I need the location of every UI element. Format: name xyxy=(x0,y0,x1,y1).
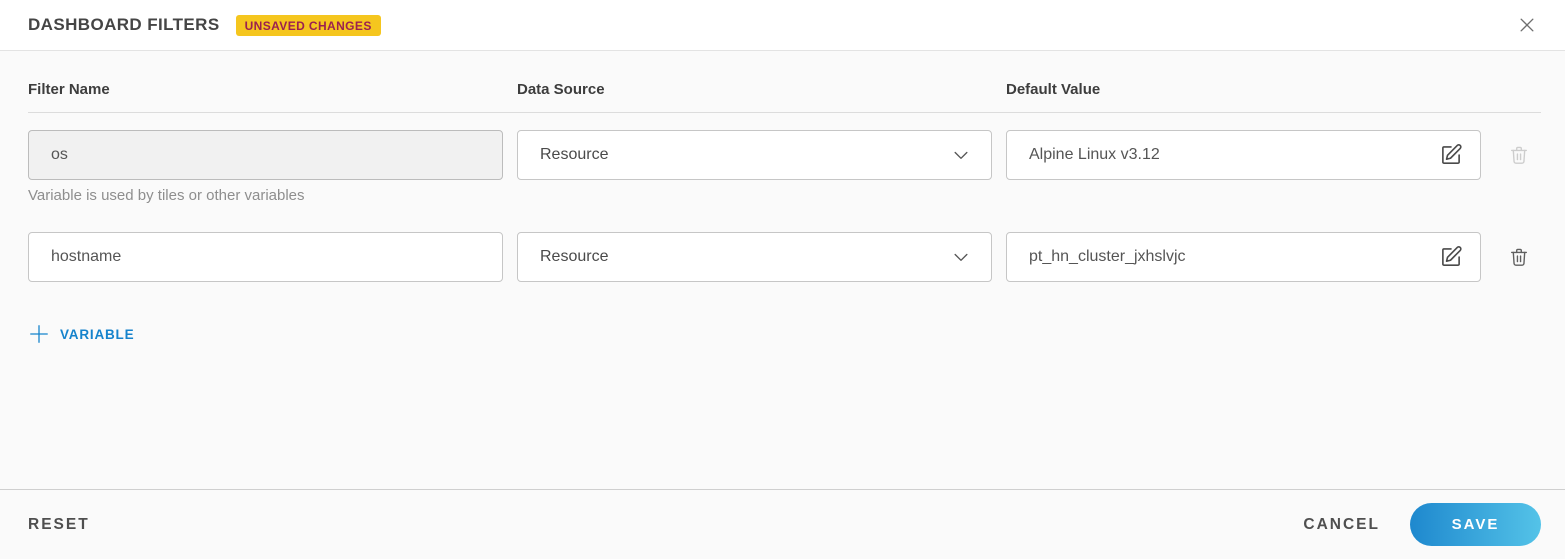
trash-icon xyxy=(1508,246,1530,268)
edit-default-value-button[interactable] xyxy=(1436,140,1466,170)
trash-icon xyxy=(1508,144,1530,166)
delete-row-button-os xyxy=(1495,130,1543,180)
filter-row-os: Resource Alpine Linux v3.12 xyxy=(0,130,1565,204)
data-source-value: Resource xyxy=(540,146,609,163)
close-icon xyxy=(1517,15,1537,35)
plus-icon xyxy=(28,323,50,345)
dialog-header: DASHBOARD FILTERS UNSAVED CHANGES xyxy=(0,0,1565,51)
row-spacer xyxy=(0,204,1565,232)
reset-button[interactable]: RESET xyxy=(28,516,90,534)
filter-row-hostname: Resource pt_hn_cluster_jxhslvjc xyxy=(0,232,1565,282)
data-source-select-hostname[interactable]: Resource xyxy=(517,232,992,282)
header-divider xyxy=(28,112,1541,113)
column-header-data-source: Data Source xyxy=(517,81,605,98)
default-value-text: Alpine Linux v3.12 xyxy=(1029,146,1160,163)
column-header-row: Filter Name Data Source Default Value xyxy=(0,81,1565,112)
default-value-text: pt_hn_cluster_jxhslvjc xyxy=(1029,248,1186,265)
filter-name-input-hostname[interactable] xyxy=(28,232,503,282)
default-value-box-hostname: pt_hn_cluster_jxhslvjc xyxy=(1006,232,1481,282)
save-button[interactable]: SAVE xyxy=(1410,503,1541,546)
edit-icon xyxy=(1438,142,1464,168)
dialog-title: DASHBOARD FILTERS xyxy=(28,15,220,34)
unsaved-changes-badge: UNSAVED CHANGES xyxy=(235,14,381,36)
chevron-down-icon xyxy=(951,247,971,267)
filter-name-input-os xyxy=(28,130,503,180)
chevron-down-icon xyxy=(951,145,971,165)
table-row: Resource Alpine Linux v3.12 xyxy=(0,130,1565,180)
add-variable-label: VARIABLE xyxy=(60,326,135,342)
dialog-body: Filter Name Data Source Default Value Re… xyxy=(0,51,1565,489)
edit-default-value-button[interactable] xyxy=(1436,242,1466,272)
data-source-select-os[interactable]: Resource xyxy=(517,130,992,180)
cancel-button[interactable]: CANCEL xyxy=(1303,516,1380,534)
delete-row-button-hostname[interactable] xyxy=(1495,232,1543,282)
variable-in-use-helper-text: Variable is used by tiles or other varia… xyxy=(28,187,305,204)
close-button[interactable] xyxy=(1513,11,1541,39)
dashboard-filters-dialog: DASHBOARD FILTERS UNSAVED CHANGES Filter… xyxy=(0,0,1565,559)
column-header-default-value: Default Value xyxy=(1006,81,1101,98)
add-variable-button[interactable]: VARIABLE xyxy=(28,323,134,345)
data-source-value: Resource xyxy=(540,248,609,265)
table-row: Resource pt_hn_cluster_jxhslvjc xyxy=(0,232,1565,282)
default-value-box-os: Alpine Linux v3.12 xyxy=(1006,130,1481,180)
dialog-footer: RESET CANCEL SAVE xyxy=(0,489,1565,559)
column-header-filter-name: Filter Name xyxy=(28,81,110,98)
edit-icon xyxy=(1438,244,1464,270)
